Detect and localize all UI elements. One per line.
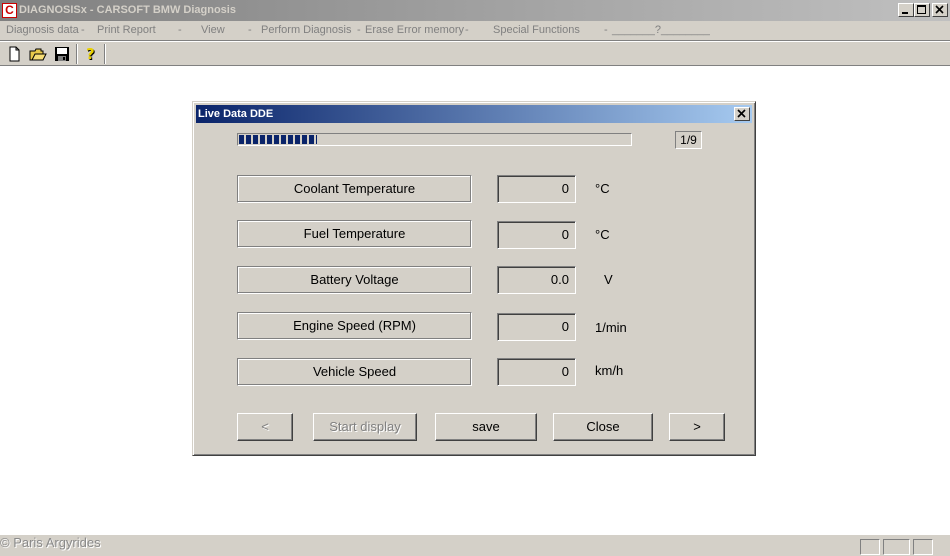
progress-bar	[237, 133, 632, 146]
close-dialog-button[interactable]: Close	[553, 413, 653, 441]
menu-view[interactable]: View	[201, 24, 225, 36]
unit-fuel-temperature: °C	[595, 227, 610, 242]
menu-erase-error-memory[interactable]: Erase Error memory	[365, 24, 464, 36]
status-panel	[913, 539, 933, 555]
label-battery-voltage: Battery Voltage	[237, 266, 472, 294]
app-icon[interactable]: C	[2, 3, 17, 18]
app-title: DIAGNOSISx - CARSOFT BMW Diagnosis	[19, 4, 236, 16]
menu-separator: -	[604, 24, 608, 36]
menu-special-functions[interactable]: Special Functions	[493, 24, 580, 36]
menu-bar: Diagnosis data - Print Report - View - P…	[0, 21, 950, 41]
dialog-close-button[interactable]	[734, 107, 750, 121]
maximize-button[interactable]	[914, 3, 930, 17]
menu-print-report[interactable]: Print Report	[97, 24, 156, 36]
app-title-bar[interactable]: C DIAGNOSISx - CARSOFT BMW Diagnosis	[0, 0, 950, 21]
copyright-text: © Paris Argyrides	[0, 535, 101, 550]
status-bar: © Paris Argyrides	[0, 534, 950, 556]
live-data-dialog: Live Data DDE 1/9 Coolant Temperature 0 …	[192, 101, 756, 456]
window-controls	[898, 3, 948, 17]
open-button[interactable]	[28, 45, 48, 63]
unit-engine-speed: 1/min	[595, 320, 627, 335]
svg-text:?: ?	[86, 45, 95, 63]
label-vehicle-speed: Vehicle Speed	[237, 358, 472, 386]
status-panel	[860, 539, 880, 555]
toolbar-divider	[76, 44, 78, 64]
close-icon	[935, 5, 944, 14]
open-icon	[29, 48, 47, 61]
save-button[interactable]	[52, 45, 72, 63]
status-panel	[883, 539, 910, 555]
help-button[interactable]: ? ?	[81, 45, 101, 64]
unit-battery-voltage: V	[604, 272, 613, 287]
toolbar-divider	[104, 44, 106, 64]
dialog-title: Live Data DDE	[198, 108, 274, 120]
minimize-icon	[902, 12, 908, 14]
previous-button[interactable]: <	[237, 413, 293, 441]
next-button[interactable]: >	[669, 413, 725, 441]
value-engine-speed: 0	[497, 313, 576, 341]
save-icon	[55, 47, 69, 61]
maximize-icon	[917, 5, 926, 14]
close-button[interactable]	[932, 3, 948, 17]
save-button[interactable]: save	[435, 413, 537, 441]
minimize-button[interactable]	[898, 3, 914, 17]
menu-separator: -	[465, 24, 469, 36]
close-icon	[737, 109, 746, 118]
menu-separator: -	[81, 24, 85, 36]
menu-diagnosis-data[interactable]: Diagnosis data	[6, 24, 79, 36]
new-icon	[9, 46, 20, 62]
start-display-button[interactable]: Start display	[313, 413, 417, 441]
menu-separator: -	[178, 24, 182, 36]
menu-separator: -	[248, 24, 252, 36]
menu-perform-diagnosis[interactable]: Perform Diagnosis	[261, 24, 351, 36]
menu-separator: -	[357, 24, 361, 36]
unit-coolant-temperature: °C	[595, 181, 610, 196]
value-vehicle-speed: 0	[497, 358, 576, 386]
dialog-title-bar[interactable]: Live Data DDE	[196, 105, 752, 123]
value-battery-voltage: 0.0	[497, 266, 576, 294]
progress-fill	[239, 135, 317, 144]
value-fuel-temperature: 0	[497, 221, 576, 249]
unit-vehicle-speed: km/h	[595, 363, 624, 378]
menu-help[interactable]: _______?________	[612, 24, 710, 36]
label-engine-speed: Engine Speed (RPM)	[237, 312, 472, 340]
label-fuel-temperature: Fuel Temperature	[237, 220, 472, 248]
page-indicator: 1/9	[675, 131, 702, 149]
toolbar: ? ?	[0, 41, 950, 66]
help-icon: ? ?	[86, 45, 96, 64]
label-coolant-temperature: Coolant Temperature	[237, 175, 472, 203]
new-button[interactable]	[4, 45, 24, 63]
value-coolant-temperature: 0	[497, 175, 576, 203]
